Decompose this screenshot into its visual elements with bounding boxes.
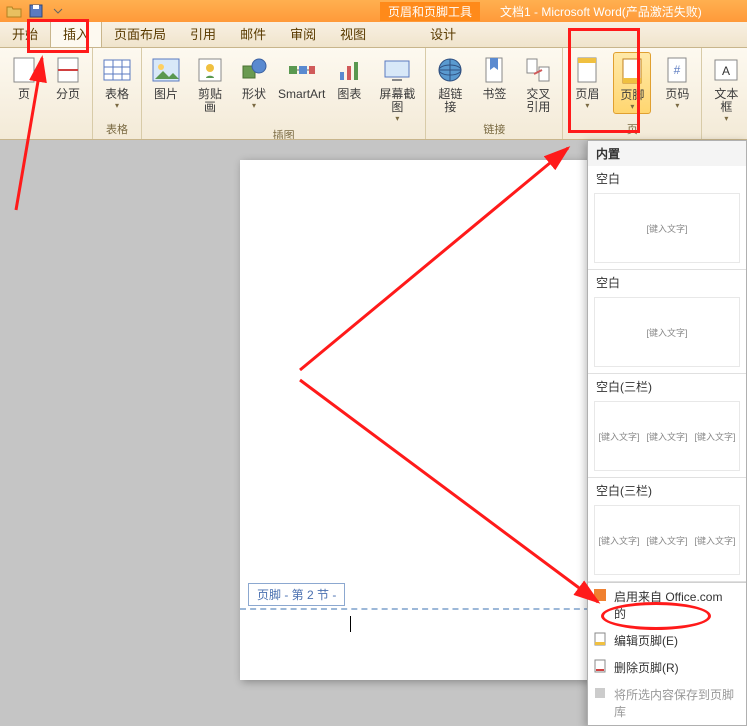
tab-start[interactable]: 开始: [0, 22, 50, 47]
ribbon-tabs: 开始 插入 页面布局 引用 邮件 审阅 视图 设计: [0, 22, 747, 48]
office-icon: [593, 588, 607, 602]
group-illustrations: 图片 剪贴画 形状▾ SmartArt 图表 屏幕截图▾ 插图: [142, 48, 426, 140]
save-gallery-icon: [593, 686, 607, 700]
menu-edit-footer[interactable]: 编辑页脚(E): [588, 627, 746, 654]
document-page[interactable]: 页脚 - 第 2 节 -: [240, 160, 590, 680]
text-cursor: [350, 616, 351, 632]
gallery-preview: [键入文字][键入文字][键入文字]: [594, 505, 740, 575]
menu-office-more[interactable]: 启用来自 Office.com 的: [588, 583, 746, 627]
tab-mail[interactable]: 邮件: [228, 22, 278, 47]
gallery-item[interactable]: 空白(三栏) [键入文字][键入文字][键入文字]: [588, 478, 746, 582]
svg-text:A: A: [722, 64, 730, 78]
qat-dropdown-icon[interactable]: [50, 3, 66, 19]
title-bar: 页眉和页脚工具 文档1 - Microsoft Word(产品激活失败): [0, 0, 747, 22]
gallery-item[interactable]: 空白 [键入文字]: [588, 270, 746, 374]
hyperlink-button[interactable]: 超链接: [432, 52, 468, 116]
group-label-table: 表格: [106, 119, 128, 140]
save-icon[interactable]: [28, 3, 44, 19]
break-button[interactable]: 分页: [50, 52, 86, 103]
ribbon: 页 分页 表格▾ 表格 图片 剪贴画 形状▾ SmartArt 图表 屏幕截图▾…: [0, 48, 747, 140]
chevron-down-icon: ▾: [395, 114, 399, 123]
gallery-item[interactable]: 空白 [键入文字]: [588, 166, 746, 270]
bookmark-button[interactable]: 书签: [476, 52, 512, 103]
clipart-button[interactable]: 剪贴画: [192, 52, 228, 116]
pagenum-button[interactable]: #页码▾: [659, 52, 695, 112]
group-table: 表格▾ 表格: [93, 48, 142, 140]
page-footer-area: 页脚 - 第 2 节 -: [240, 583, 590, 610]
group-pages: 页 分页: [0, 48, 93, 140]
open-icon[interactable]: [6, 3, 22, 19]
svg-text:#: #: [674, 63, 681, 77]
chevron-down-icon: ▾: [252, 101, 256, 110]
menu-remove-footer[interactable]: 删除页脚(R): [588, 654, 746, 681]
gallery-section-builtin: 内置: [588, 141, 746, 166]
chevron-down-icon: ▾: [724, 114, 728, 123]
group-text: A文本框▾ 文档: [702, 48, 747, 140]
picture-button[interactable]: 图片: [148, 52, 184, 103]
gallery-preview: [键入文字]: [594, 193, 740, 263]
chart-button[interactable]: 图表: [331, 52, 367, 103]
cover-button[interactable]: 页: [6, 52, 42, 103]
gallery-item[interactable]: 空白(三栏) [键入文字][键入文字][键入文字]: [588, 374, 746, 478]
group-label-hf: 页: [627, 119, 638, 140]
shapes-button[interactable]: 形状▾: [236, 52, 272, 112]
quick-access-toolbar: [0, 3, 72, 19]
tab-review[interactable]: 审阅: [278, 22, 328, 47]
gallery-menu: 启用来自 Office.com 的 编辑页脚(E) 删除页脚(R) 将所选内容保…: [588, 582, 746, 725]
gallery-preview: [键入文字]: [594, 297, 740, 367]
document-title: 文档1 - Microsoft Word(产品激活失败): [500, 3, 702, 20]
footer-divider: [240, 608, 590, 610]
group-links: 超链接 书签 交叉引用 链接: [426, 48, 563, 140]
tab-design[interactable]: 设计: [418, 22, 468, 47]
chevron-down-icon: ▾: [115, 101, 119, 110]
edit-icon: [593, 632, 607, 646]
footer-gallery-dropdown: 内置 空白 [键入文字] 空白 [键入文字] 空白(三栏) [键入文字][键入文…: [587, 140, 747, 726]
header-button[interactable]: 页眉▾: [569, 52, 605, 112]
footer-section-tag: 页脚 - 第 2 节 -: [248, 583, 345, 606]
menu-save-to-gallery: 将所选内容保存到页脚库: [588, 681, 746, 725]
remove-icon: [593, 659, 607, 673]
table-button[interactable]: 表格▾: [99, 52, 135, 112]
crossref-button[interactable]: 交叉引用: [520, 52, 556, 116]
chevron-down-icon: ▾: [585, 101, 589, 110]
tab-view[interactable]: 视图: [328, 22, 378, 47]
tab-references[interactable]: 引用: [178, 22, 228, 47]
context-tab-title: 页眉和页脚工具: [380, 2, 480, 21]
smartart-button[interactable]: SmartArt: [280, 52, 323, 103]
chevron-down-icon: ▾: [630, 102, 634, 111]
chevron-down-icon: ▾: [675, 101, 679, 110]
gallery-preview: [键入文字][键入文字][键入文字]: [594, 401, 740, 471]
screenshot-button[interactable]: 屏幕截图▾: [375, 52, 419, 125]
textbox-button[interactable]: A文本框▾: [708, 52, 744, 125]
group-label-illus: 插图: [273, 125, 295, 140]
group-headerfooter: 页眉▾ 页脚▾ #页码▾ 页: [563, 48, 702, 140]
footer-button[interactable]: 页脚▾: [613, 52, 651, 114]
tab-insert[interactable]: 插入: [50, 22, 102, 47]
tab-layout[interactable]: 页面布局: [102, 22, 178, 47]
group-label-links: 链接: [483, 119, 505, 140]
